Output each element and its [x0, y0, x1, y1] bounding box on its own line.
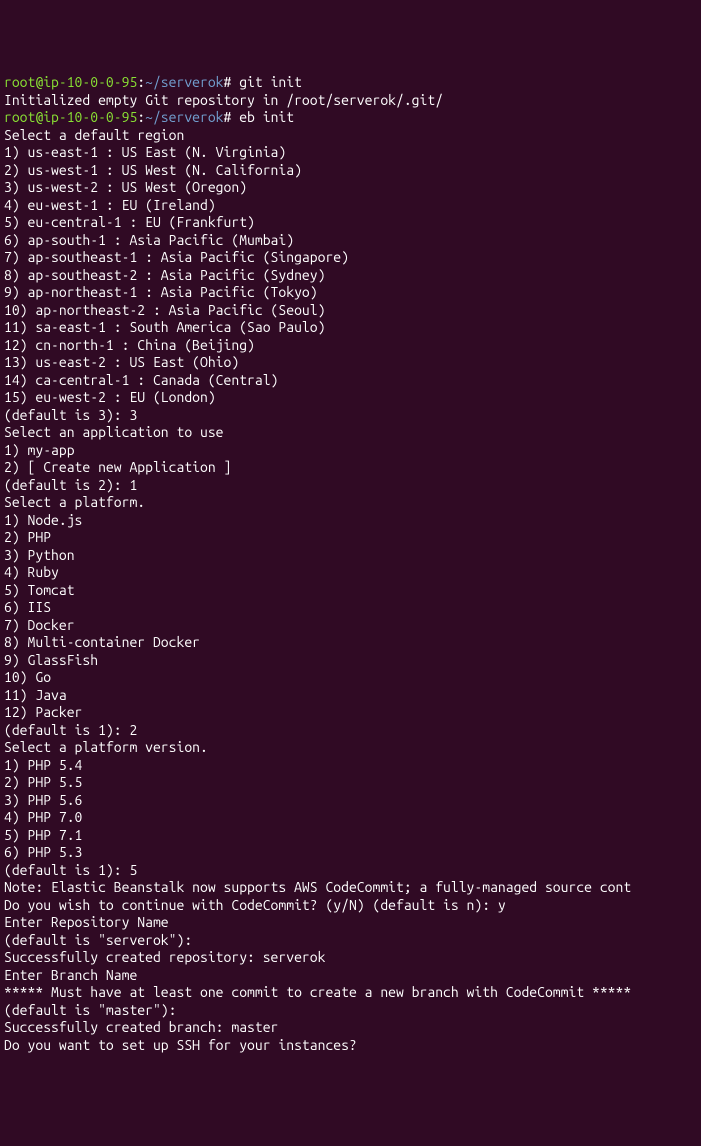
repo-default-prompt: (default is "serverok"): — [4, 932, 697, 950]
version-default-prompt: (default is 1): 5 — [4, 862, 697, 880]
region-option-1: 1) us-east-1 : US East (N. Virginia) — [4, 144, 697, 162]
branch-header: Enter Branch Name — [4, 967, 697, 985]
output-git-init: Initialized empty Git repository in /roo… — [4, 92, 697, 110]
repo-header: Enter Repository Name — [4, 914, 697, 932]
region-option-6: 6) ap-south-1 : Asia Pacific (Mumbai) — [4, 232, 697, 250]
version-option-4: 4) PHP 7.0 — [4, 809, 697, 827]
prompt-git-init: root@ip-10-0-0-95:~/serverok# git init — [4, 74, 697, 92]
platform-option-11: 11) Java — [4, 687, 697, 705]
platform-option-1: 1) Node.js — [4, 512, 697, 530]
version-header: Select a platform version. — [4, 739, 697, 757]
platform-option-9: 9) GlassFish — [4, 652, 697, 670]
version-option-2: 2) PHP 5.5 — [4, 774, 697, 792]
region-option-10: 10) ap-northeast-2 : Asia Pacific (Seoul… — [4, 302, 697, 320]
version-option-3: 3) PHP 5.6 — [4, 792, 697, 810]
region-option-9: 9) ap-northeast-1 : Asia Pacific (Tokyo) — [4, 284, 697, 302]
region-option-13: 13) us-east-2 : US East (Ohio) — [4, 354, 697, 372]
branch-success: Successfully created branch: master — [4, 1019, 697, 1037]
platform-option-10: 10) Go — [4, 669, 697, 687]
platform-option-4: 4) Ruby — [4, 564, 697, 582]
prompt-command: eb init — [231, 109, 294, 125]
codecommit-note: Note: Elastic Beanstalk now supports AWS… — [4, 879, 697, 897]
repo-success: Successfully created repository: servero… — [4, 949, 697, 967]
platform-option-5: 5) Tomcat — [4, 582, 697, 600]
app-default-prompt: (default is 2): 1 — [4, 477, 697, 495]
region-default-prompt: (default is 3): 3 — [4, 407, 697, 425]
region-option-11: 11) sa-east-1 : South America (Sao Paulo… — [4, 319, 697, 337]
region-option-8: 8) ap-southeast-2 : Asia Pacific (Sydney… — [4, 267, 697, 285]
prompt-command: git init — [231, 74, 302, 90]
platform-option-8: 8) Multi-container Docker — [4, 634, 697, 652]
version-option-1: 1) PHP 5.4 — [4, 757, 697, 775]
branch-warning: ***** Must have at least one commit to c… — [4, 984, 697, 1002]
version-option-6: 6) PHP 5.3 — [4, 844, 697, 862]
codecommit-question: Do you wish to continue with CodeCommit?… — [4, 897, 697, 915]
terminal-output[interactable]: root@ip-10-0-0-95:~/serverok# git initIn… — [4, 74, 697, 1054]
region-header: Select a default region — [4, 127, 697, 145]
version-option-5: 5) PHP 7.1 — [4, 827, 697, 845]
platform-option-2: 2) PHP — [4, 529, 697, 547]
prompt-colon: : — [137, 109, 145, 125]
platform-header: Select a platform. — [4, 494, 697, 512]
prompt-user-host: root@ip-10-0-0-95 — [4, 109, 137, 125]
region-option-3: 3) us-west-2 : US West (Oregon) — [4, 179, 697, 197]
app-option-1: 1) my-app — [4, 442, 697, 460]
prompt-path: ~/serverok — [145, 109, 223, 125]
prompt-path: ~/serverok — [145, 74, 223, 90]
platform-option-7: 7) Docker — [4, 617, 697, 635]
platform-option-12: 12) Packer — [4, 704, 697, 722]
region-option-4: 4) eu-west-1 : EU (Ireland) — [4, 197, 697, 215]
region-option-12: 12) cn-north-1 : China (Beijing) — [4, 337, 697, 355]
platform-default-prompt: (default is 1): 2 — [4, 722, 697, 740]
app-header: Select an application to use — [4, 424, 697, 442]
branch-default-prompt: (default is "master"): — [4, 1002, 697, 1020]
region-option-15: 15) eu-west-2 : EU (London) — [4, 389, 697, 407]
platform-option-3: 3) Python — [4, 547, 697, 565]
platform-option-6: 6) IIS — [4, 599, 697, 617]
app-option-2: 2) [ Create new Application ] — [4, 459, 697, 477]
prompt-colon: : — [137, 74, 145, 90]
ssh-question: Do you want to set up SSH for your insta… — [4, 1037, 697, 1055]
region-option-2: 2) us-west-1 : US West (N. California) — [4, 162, 697, 180]
region-option-14: 14) ca-central-1 : Canada (Central) — [4, 372, 697, 390]
region-option-7: 7) ap-southeast-1 : Asia Pacific (Singap… — [4, 249, 697, 267]
region-option-5: 5) eu-central-1 : EU (Frankfurt) — [4, 214, 697, 232]
prompt-eb-init: root@ip-10-0-0-95:~/serverok# eb init — [4, 109, 697, 127]
prompt-user-host: root@ip-10-0-0-95 — [4, 74, 137, 90]
